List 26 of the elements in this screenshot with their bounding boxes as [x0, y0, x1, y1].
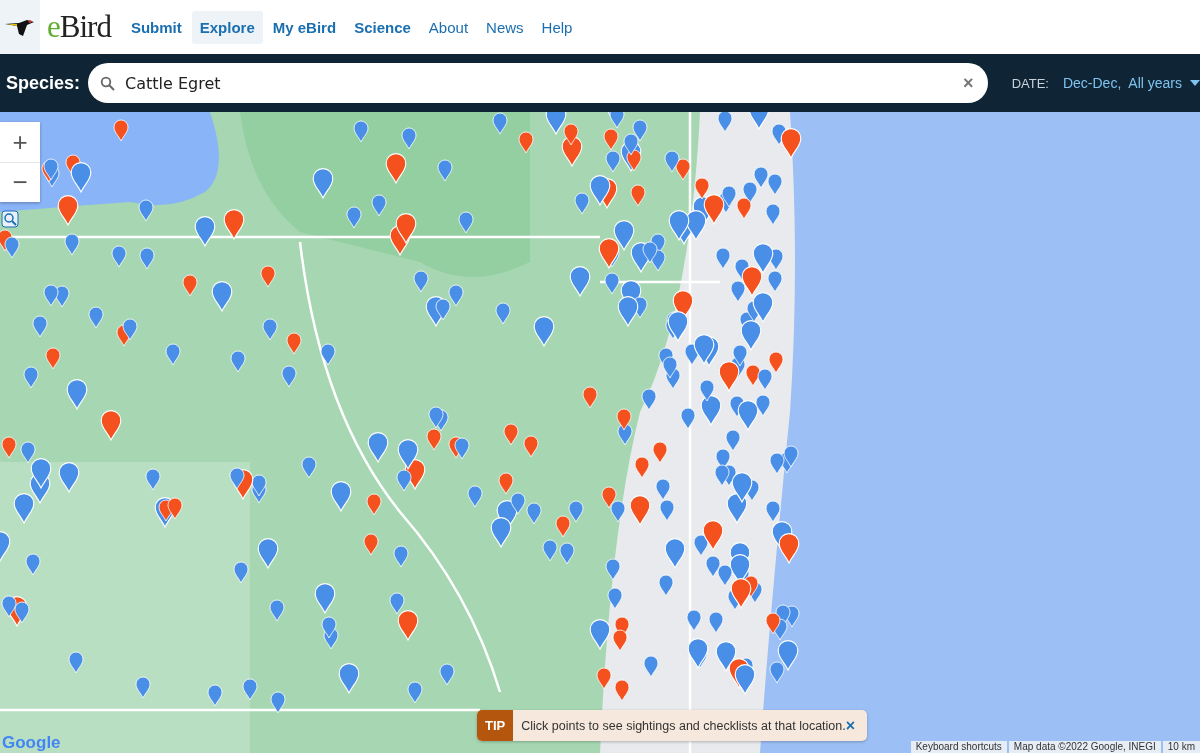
zoom-area-icon[interactable]: [1, 210, 19, 228]
species-label: Species:: [6, 72, 81, 94]
nav-link[interactable]: Explore: [191, 10, 263, 44]
tip-text: Click points to see sightings and checklists at that location.: [521, 718, 846, 733]
ebird-logo[interactable]: eBird: [47, 9, 111, 45]
map-attribution[interactable]: 10 km: [1162, 741, 1200, 753]
map-attribution[interactable]: Keyboard shortcuts: [910, 741, 1007, 753]
nav-link[interactable]: About: [420, 10, 477, 44]
map-attribution[interactable]: Map data ©2022 Google, INEGI: [1008, 741, 1161, 753]
zoom-out-button[interactable]: −: [0, 161, 40, 202]
date-label: DATE:: [1011, 75, 1049, 91]
map-drawing[interactable]: [0, 112, 1200, 753]
search-icon: [100, 75, 116, 91]
nav-link[interactable]: Submit: [122, 10, 190, 44]
date-dropdown[interactable]: Dec-Dec, All years: [1062, 75, 1200, 91]
species-search-field[interactable]: Cattle Egret ×: [88, 63, 988, 103]
google-logo: Google: [2, 733, 61, 753]
nav-link[interactable]: My eBird: [264, 10, 345, 44]
tip-badge: TIP: [477, 710, 514, 741]
caret-icon: [1190, 80, 1200, 86]
zoom-in-button[interactable]: +: [0, 122, 40, 162]
clear-button[interactable]: ×: [963, 72, 974, 94]
nav-link[interactable]: Science: [346, 10, 419, 44]
nav-link[interactable]: Help: [533, 10, 581, 44]
close-button[interactable]: ×: [845, 716, 856, 735]
nav-link[interactable]: News: [478, 10, 532, 44]
